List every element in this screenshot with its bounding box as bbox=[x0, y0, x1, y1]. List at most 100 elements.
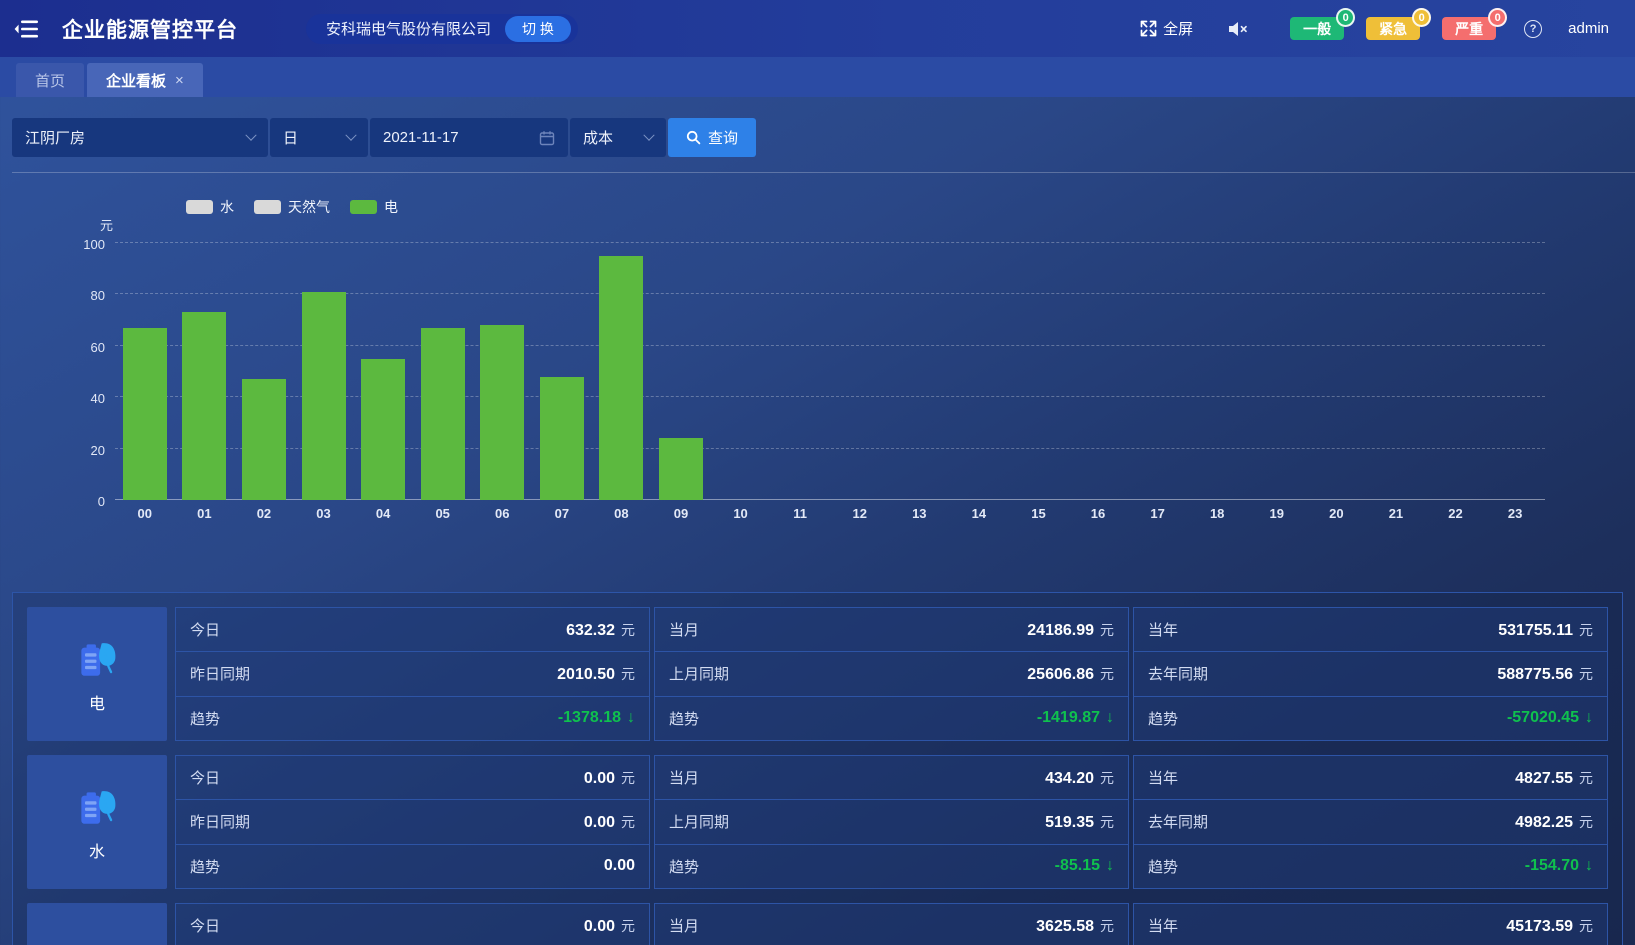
bar-slot bbox=[115, 243, 175, 500]
period-select[interactable]: 日 bbox=[270, 118, 368, 157]
trend-down-arrow-icon: ↓ bbox=[1585, 857, 1593, 875]
x-axis-label: 17 bbox=[1128, 506, 1188, 521]
bar-hour-04[interactable] bbox=[361, 359, 405, 500]
alarm-count-badge: 0 bbox=[1336, 8, 1355, 27]
bar-hour-00[interactable] bbox=[123, 328, 167, 500]
help-button[interactable]: ? bbox=[1524, 20, 1542, 38]
stat-unit: 元 bbox=[1100, 664, 1114, 684]
stat-column: 当月3625.58元 bbox=[654, 903, 1129, 945]
x-axis-label: 00 bbox=[115, 506, 175, 521]
date-picker-value: 2021-11-17 bbox=[383, 129, 459, 146]
alarm-badges: 一般0 紧急0 严重0 bbox=[1290, 17, 1496, 40]
bar-slot bbox=[1366, 243, 1426, 500]
stat-label: 去年同期 bbox=[1148, 663, 1208, 684]
alarm-badge-一般[interactable]: 一般0 bbox=[1290, 17, 1344, 40]
stat-row: 去年同期588775.56元 bbox=[1133, 651, 1608, 696]
stat-value-group: 0.00元 bbox=[584, 812, 635, 832]
stat-value-group: 519.35元 bbox=[1045, 812, 1114, 832]
stat-unit: 元 bbox=[1579, 916, 1593, 936]
tab-close-icon[interactable]: × bbox=[175, 72, 184, 89]
menu-collapse-icon[interactable] bbox=[14, 18, 40, 40]
x-axis-label: 10 bbox=[711, 506, 771, 521]
tab-enterprise-board-label: 企业看板 bbox=[106, 70, 166, 91]
stat-value-group: -154.70↓ bbox=[1525, 857, 1593, 875]
stat-value-group: 3625.58元 bbox=[1036, 916, 1114, 936]
stat-label: 上月同期 bbox=[669, 663, 729, 684]
stat-value: 4982.25 bbox=[1515, 814, 1573, 832]
stat-label: 当月 bbox=[669, 767, 699, 788]
x-axis-label: 08 bbox=[592, 506, 652, 521]
mute-button[interactable] bbox=[1227, 20, 1248, 38]
x-axis-label: 18 bbox=[1187, 506, 1247, 521]
bar-slot bbox=[651, 243, 711, 500]
legend-label: 电 bbox=[384, 197, 398, 217]
bar-slot bbox=[830, 243, 890, 500]
bar-slot bbox=[770, 243, 830, 500]
bar-slot bbox=[532, 243, 592, 500]
fullscreen-icon bbox=[1140, 20, 1157, 37]
metric-select-value: 成本 bbox=[583, 127, 613, 148]
stat-unit: 元 bbox=[621, 812, 635, 832]
legend-item-水[interactable]: 水 bbox=[186, 197, 234, 217]
stat-value: 25606.86 bbox=[1027, 666, 1094, 684]
username[interactable]: admin bbox=[1568, 20, 1609, 37]
alarm-count-badge: 0 bbox=[1488, 8, 1507, 27]
legend-label: 水 bbox=[220, 197, 234, 217]
bar-hour-09[interactable] bbox=[659, 438, 703, 500]
fullscreen-button[interactable]: 全屏 bbox=[1140, 18, 1193, 39]
filter-bar: 江阴厂房 日 2021-11-17 成本 查询 bbox=[12, 118, 756, 157]
chevron-down-icon bbox=[345, 129, 356, 140]
bar-slot bbox=[294, 243, 354, 500]
legend-label: 天然气 bbox=[288, 197, 330, 217]
stat-row: 当年531755.11元 bbox=[1133, 607, 1608, 652]
stat-row: 当月3625.58元 bbox=[654, 903, 1129, 945]
bar-slot bbox=[1247, 243, 1307, 500]
stat-label: 趋势 bbox=[669, 708, 699, 729]
site-select[interactable]: 江阴厂房 bbox=[12, 118, 268, 157]
x-axis-label: 21 bbox=[1366, 506, 1426, 521]
fullscreen-label: 全屏 bbox=[1163, 18, 1193, 39]
bar-hour-05[interactable] bbox=[421, 328, 465, 500]
alarm-badge-label: 严重 bbox=[1455, 19, 1483, 39]
stat-unit: 元 bbox=[1100, 812, 1114, 832]
query-button[interactable]: 查询 bbox=[668, 118, 756, 157]
stat-value: -57020.45 bbox=[1507, 709, 1579, 727]
bar-slot bbox=[1009, 243, 1069, 500]
stat-value: 45173.59 bbox=[1506, 918, 1573, 936]
bar-hour-02[interactable] bbox=[242, 379, 286, 500]
x-axis-label: 11 bbox=[770, 506, 830, 521]
date-picker[interactable]: 2021-11-17 bbox=[370, 118, 568, 157]
stat-unit: 元 bbox=[1579, 812, 1593, 832]
bar-hour-01[interactable] bbox=[182, 312, 226, 500]
x-axis-label: 20 bbox=[1307, 506, 1367, 521]
switch-company-button[interactable]: 切 换 bbox=[505, 16, 571, 42]
stat-value-group: 0.00 bbox=[604, 857, 635, 875]
alarm-badge-label: 紧急 bbox=[1379, 19, 1407, 39]
stat-row: 当月434.20元 bbox=[654, 755, 1129, 800]
bar-hour-07[interactable] bbox=[540, 377, 584, 500]
y-axis-unit-label: 元 bbox=[100, 215, 113, 234]
bar-hour-03[interactable] bbox=[302, 292, 346, 500]
stat-column: 今日0.00元 bbox=[175, 903, 650, 945]
legend-item-天然气[interactable]: 天然气 bbox=[254, 197, 330, 217]
energy-icon-tile: 电 bbox=[27, 607, 167, 741]
stat-value-group: 24186.99元 bbox=[1027, 620, 1114, 640]
bar-slot bbox=[592, 243, 652, 500]
bar-hour-06[interactable] bbox=[480, 325, 524, 500]
alarm-badge-紧急[interactable]: 紧急0 bbox=[1366, 17, 1420, 40]
stat-label: 今日 bbox=[190, 619, 220, 640]
metric-select[interactable]: 成本 bbox=[570, 118, 666, 157]
stat-row: 趋势-1378.18↓ bbox=[175, 696, 650, 741]
tab-enterprise-board[interactable]: 企业看板 × bbox=[87, 63, 203, 97]
search-icon bbox=[686, 130, 701, 145]
x-axis-label: 12 bbox=[830, 506, 890, 521]
bar-hour-08[interactable] bbox=[599, 256, 643, 500]
stat-value: 3625.58 bbox=[1036, 918, 1094, 936]
stat-row: 趋势0.00 bbox=[175, 844, 650, 889]
alarm-badge-严重[interactable]: 严重0 bbox=[1442, 17, 1496, 40]
stat-column: 当月434.20元上月同期519.35元趋势-85.15↓ bbox=[654, 755, 1129, 889]
x-axis-label: 02 bbox=[234, 506, 294, 521]
legend-item-电[interactable]: 电 bbox=[350, 197, 398, 217]
tab-home[interactable]: 首页 bbox=[16, 63, 84, 97]
stat-label: 当年 bbox=[1148, 619, 1178, 640]
